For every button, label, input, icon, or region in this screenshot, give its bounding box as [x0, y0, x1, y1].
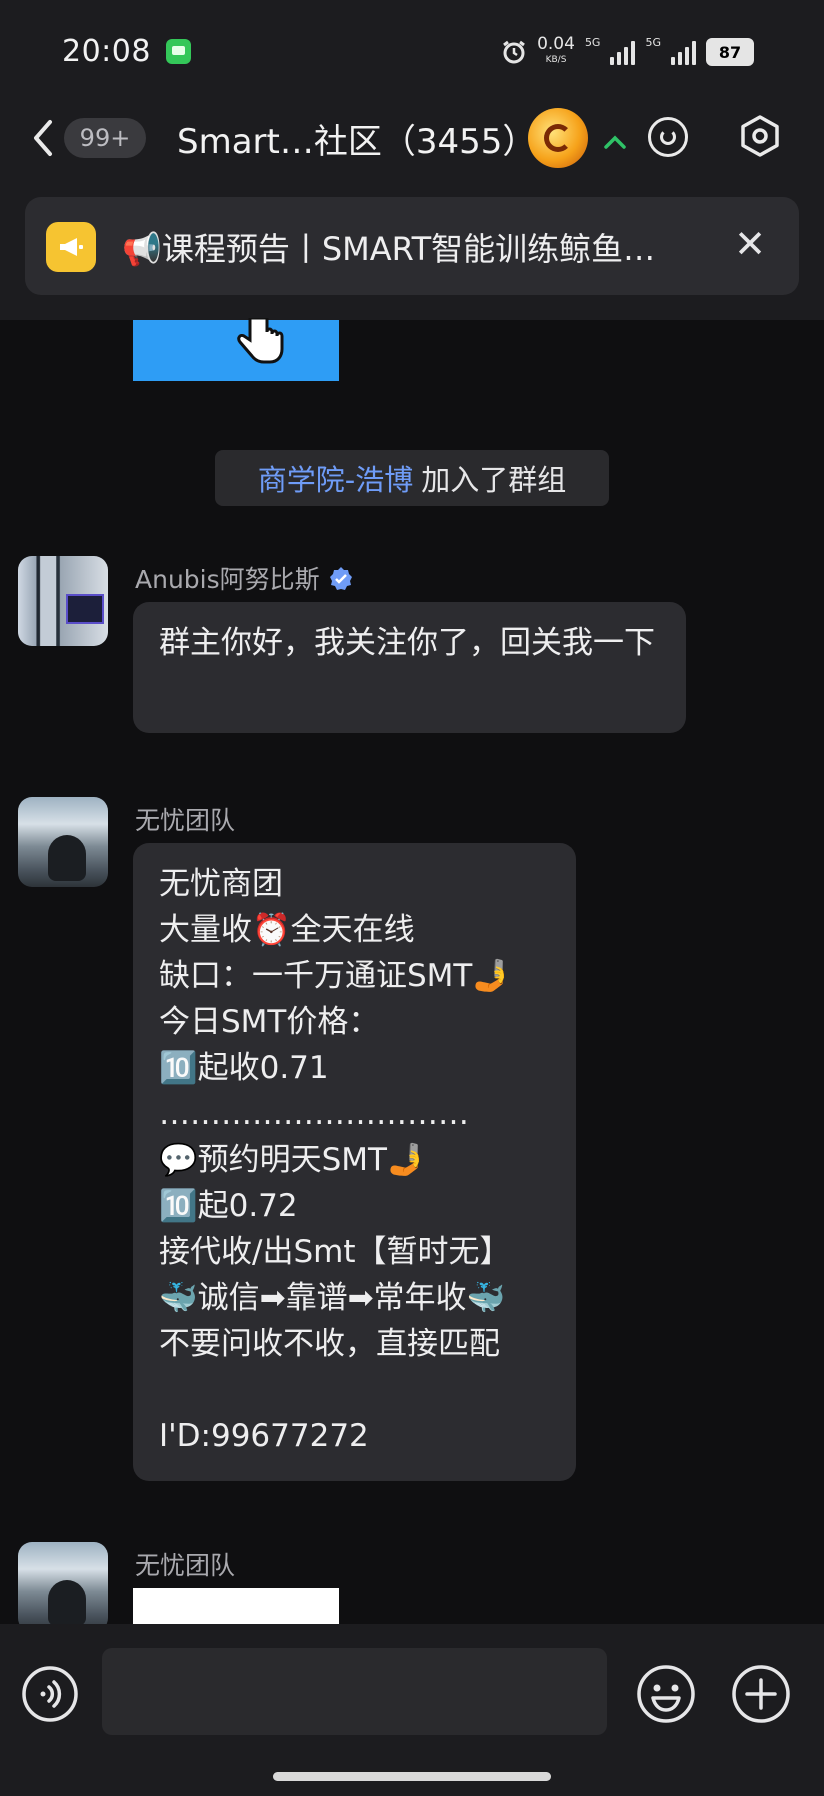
status-indicators: 0.04 KB/S 5G 5G 87: [501, 36, 754, 68]
system-message-user[interactable]: 商学院-浩博: [258, 457, 413, 499]
message-bubble[interactable]: 群主你好，我关注你了，回关我一下: [133, 602, 686, 733]
avatar[interactable]: [18, 1542, 108, 1632]
message-line: 缺口：一千万通证SMT🤳: [159, 958, 511, 994]
megaphone-icon: [46, 222, 96, 272]
notice-text[interactable]: 📢课程预告丨SMART智能训练鲸鱼…: [122, 224, 702, 270]
sender-name: 无忧团队: [135, 1551, 236, 1580]
back-button[interactable]: [28, 118, 64, 158]
message-line: 无忧商团: [159, 866, 283, 902]
sync-icon[interactable]: [648, 117, 688, 157]
home-indicator[interactable]: [273, 1772, 551, 1781]
message-line: 🐳诚信➡靠谱➡常年收🐳: [159, 1280, 506, 1316]
settings-hexagon-icon[interactable]: [738, 114, 782, 158]
message-line: 接代收/出Smt【暂时无】: [159, 1234, 511, 1270]
network-speed: 0.04 KB/S: [537, 36, 575, 68]
message-line: 不要问收不收，直接匹配: [159, 1326, 500, 1362]
signal-bars-icon: [610, 39, 636, 65]
group-logo[interactable]: [528, 108, 588, 168]
network-speed-unit: KB/S: [545, 55, 567, 65]
message-line: …………………………: [159, 1096, 469, 1132]
sender-name: Anubis阿努比斯: [135, 560, 354, 596]
chevron-up-icon[interactable]: [603, 128, 627, 158]
message-line: 今日SMT价格：: [159, 1004, 380, 1040]
chevron-left-icon: [34, 120, 52, 156]
chat-title[interactable]: Smart…社区（3455）: [177, 114, 536, 163]
message-line: 🔟起0.72: [159, 1188, 298, 1224]
signal-label-1: 5G: [584, 36, 601, 49]
unread-badge[interactable]: 99+: [64, 118, 146, 158]
system-message-text: 加入了群组: [421, 463, 567, 497]
sender-name-text: Anubis阿努比斯: [135, 565, 320, 594]
verified-badge-icon: [329, 567, 352, 590]
sender-name: 无忧团队: [135, 806, 236, 835]
pointing-hand-icon: [237, 318, 284, 364]
message-bubble[interactable]: 无忧商团 大量收⏰全天在线 缺口：一千万通证SMT🤳 今日SMT价格： 🔟起收0…: [133, 843, 576, 1481]
avatar[interactable]: [18, 556, 108, 646]
signal-bars-icon-2: [671, 39, 696, 65]
plus-icon[interactable]: [731, 1664, 791, 1724]
message-line: 大量收⏰全天在线: [159, 912, 415, 948]
emoji-icon[interactable]: [636, 1664, 696, 1724]
battery-indicator: 87: [706, 38, 754, 66]
network-speed-value: 0.04: [537, 34, 575, 54]
system-message: 商学院-浩博 加入了群组: [215, 450, 609, 506]
voice-icon[interactable]: [21, 1665, 79, 1723]
messages-app-icon: [166, 39, 191, 64]
message-line: 💬预约明天SMT🤳: [159, 1142, 426, 1178]
message-line: I'D:99677272: [159, 1418, 369, 1454]
message-line: 🔟起收0.71: [159, 1050, 329, 1086]
alarm-icon: [503, 40, 525, 64]
close-icon[interactable]: ✕: [730, 224, 770, 264]
signal-label-2: 5G: [645, 36, 661, 49]
status-time: 20:08: [62, 34, 151, 69]
avatar[interactable]: [18, 797, 108, 887]
message-input[interactable]: [102, 1648, 607, 1735]
image-message[interactable]: [133, 1588, 339, 1624]
